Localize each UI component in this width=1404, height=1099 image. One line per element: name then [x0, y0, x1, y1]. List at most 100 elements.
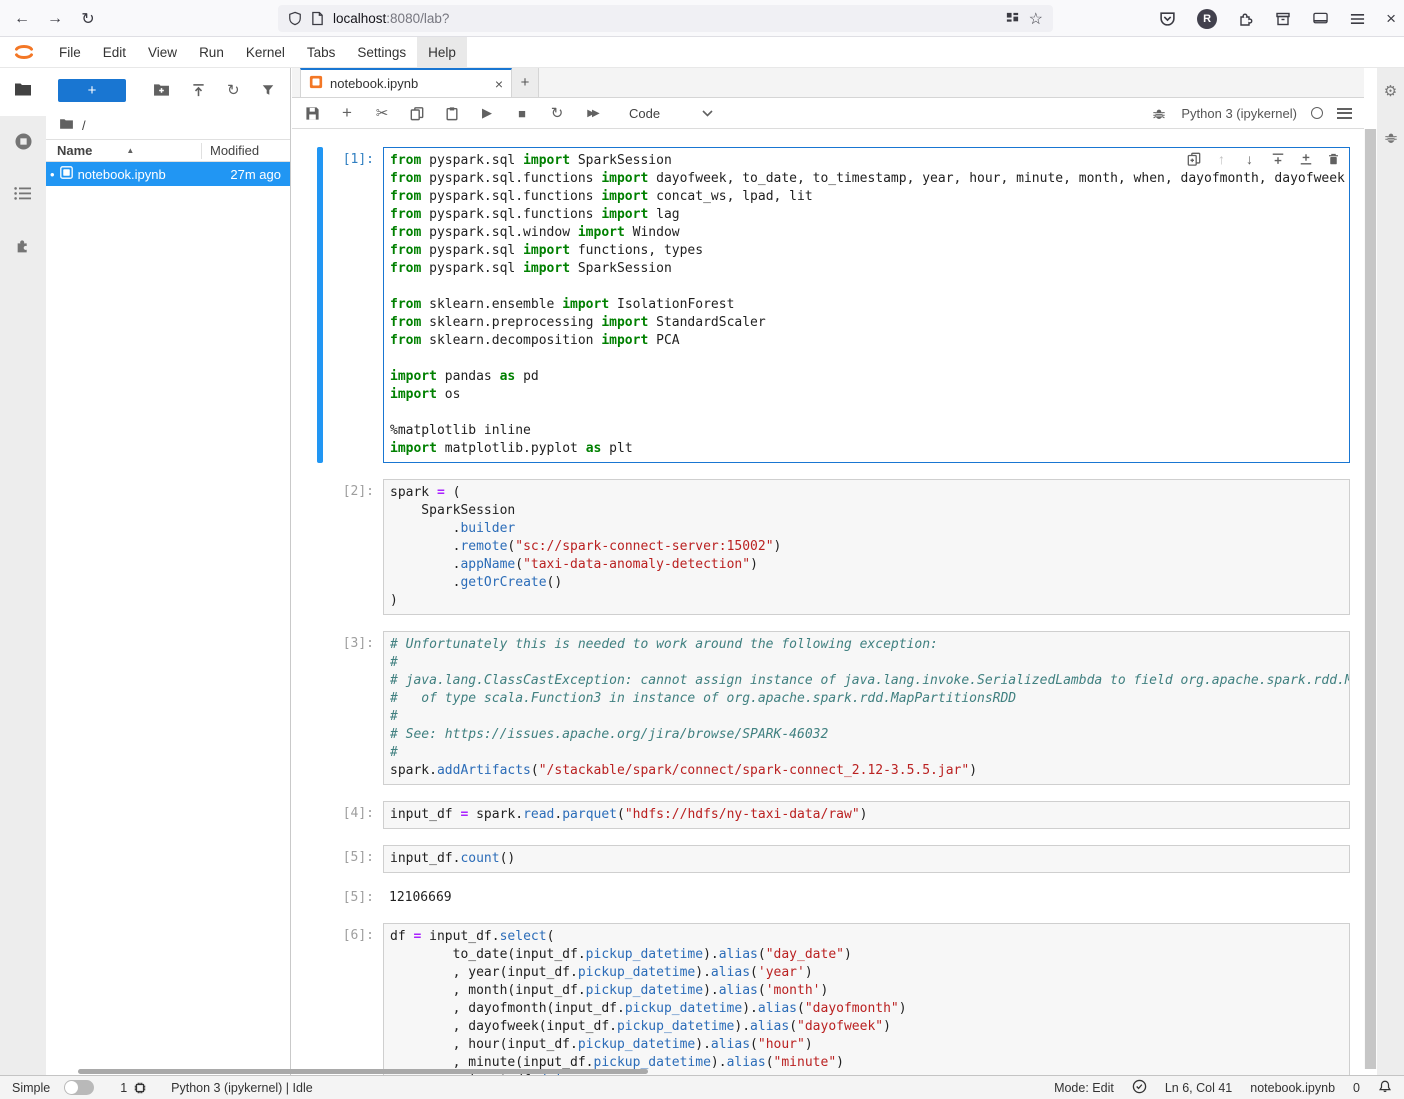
reader-tiles-icon[interactable] — [1005, 11, 1020, 26]
left-sidebar-rail — [0, 68, 46, 1075]
notification-count[interactable]: 0 — [1353, 1081, 1360, 1095]
cell-editor[interactable]: input_df = spark.read.parquet("hdfs://hd… — [383, 801, 1350, 829]
menu-tabs[interactable]: Tabs — [296, 37, 347, 67]
sidebars-icon[interactable] — [1312, 11, 1329, 26]
file-row[interactable]: •notebook.ipynb27m ago — [46, 162, 290, 186]
breadcrumb[interactable]: / — [46, 112, 290, 139]
page-info-icon[interactable] — [311, 11, 324, 26]
insert-cell-above-icon[interactable] — [1270, 151, 1285, 166]
property-inspector-tab[interactable]: ⚙ — [1384, 82, 1397, 100]
kernel-sessions-indicator[interactable]: 1 — [120, 1081, 147, 1095]
menu-view[interactable]: View — [137, 37, 188, 67]
close-tab-icon[interactable]: × — [495, 76, 503, 92]
new-folder-icon[interactable] — [153, 83, 170, 97]
horizontal-scrollbar-thumb[interactable] — [78, 1069, 648, 1074]
interrupt-kernel-icon[interactable]: ■ — [514, 106, 530, 121]
status-bar: Simple 1 Python 3 (ipykernel) | Idle Mod… — [0, 1075, 1404, 1099]
paste-cells-icon[interactable] — [444, 106, 460, 121]
running-kernels-tab[interactable] — [0, 120, 46, 168]
archive-icon[interactable] — [1275, 11, 1291, 27]
kernel-name[interactable]: Python 3 (ipykernel) — [1181, 106, 1297, 121]
column-divider[interactable] — [201, 143, 202, 159]
move-cell-up-icon[interactable]: ↑ — [1214, 151, 1229, 166]
url-text[interactable]: localhost:8080/lab? — [333, 11, 996, 26]
menu-kernel[interactable]: Kernel — [235, 37, 296, 67]
notebook-scroll-area[interactable]: [1]:from pyspark.sql import SparkSession… — [292, 130, 1364, 1075]
code-cell: [2]:spark = ( SparkSession .builder .rem… — [292, 479, 1364, 615]
toolbar-menu-icon[interactable] — [1337, 108, 1352, 119]
duplicate-cell-icon[interactable] — [1186, 151, 1201, 166]
shield-icon[interactable] — [288, 11, 302, 26]
output-area: [5]:12106669 — [292, 885, 1364, 911]
menu-edit[interactable]: Edit — [92, 37, 137, 67]
save-icon[interactable] — [304, 106, 320, 121]
column-name[interactable]: Name — [57, 143, 92, 158]
cut-cells-icon[interactable]: ✂ — [374, 104, 390, 122]
notebook-tab[interactable]: notebook.ipynb × — [300, 68, 512, 97]
vertical-scrollbar[interactable] — [1364, 129, 1377, 1069]
simple-mode-toggle[interactable] — [64, 1080, 94, 1095]
puzzle-icon — [15, 237, 32, 259]
close-window-icon[interactable]: × — [1386, 9, 1396, 29]
cursor-position[interactable]: Ln 6, Col 41 — [1165, 1081, 1232, 1095]
forward-icon[interactable]: → — [43, 7, 67, 31]
delete-cell-icon[interactable] — [1326, 151, 1341, 166]
home-folder-icon[interactable] — [59, 118, 74, 133]
extension-manager-tab[interactable] — [0, 224, 46, 272]
sort-ascending-icon[interactable]: ▲ — [126, 146, 134, 155]
trusted-shield-icon[interactable] — [1132, 1079, 1147, 1097]
move-cell-down-icon[interactable]: ↓ — [1242, 151, 1257, 166]
restart-kernel-icon[interactable]: ↻ — [549, 104, 565, 122]
breadcrumb-root[interactable]: / — [82, 118, 86, 133]
notebook-tab-label[interactable]: notebook.ipynb — [330, 76, 488, 91]
menu-hamburger-icon[interactable] — [1350, 13, 1365, 25]
pocket-icon[interactable] — [1159, 10, 1176, 27]
menu-file[interactable]: File — [48, 37, 92, 67]
address-bar[interactable]: localhost:8080/lab? ☆ — [278, 5, 1053, 32]
toggle-knob — [65, 1081, 78, 1094]
debugger-bug-icon[interactable] — [1151, 106, 1167, 121]
table-of-contents-tab[interactable] — [0, 172, 46, 220]
cell-editor[interactable]: spark = ( SparkSession .builder .remote(… — [383, 479, 1350, 615]
bell-icon[interactable] — [1378, 1079, 1392, 1097]
copy-cells-icon[interactable] — [409, 106, 425, 121]
restart-run-all-icon[interactable]: ▶▶ — [584, 108, 600, 119]
debugger-tab[interactable] — [1384, 130, 1398, 150]
chip-icon — [133, 1081, 147, 1095]
file-name[interactable]: notebook.ipynb — [78, 167, 226, 182]
cell-editor[interactable]: # Unfortunately this is needed to work a… — [383, 631, 1350, 785]
upload-icon[interactable] — [191, 83, 206, 98]
bookmark-star-icon[interactable]: ☆ — [1029, 9, 1043, 29]
account-avatar[interactable]: R — [1197, 9, 1217, 29]
column-modified[interactable]: Modified — [210, 143, 290, 158]
cell-type-dropdown[interactable]: Code — [629, 106, 713, 121]
filter-icon[interactable] — [261, 83, 275, 97]
stop-circle-icon — [14, 132, 33, 156]
refresh-icon[interactable]: ↻ — [227, 81, 240, 99]
main-dock-panel: notebook.ipynb × + + ✂ ▶ ■ ↻ ▶▶ Code — [292, 68, 1364, 1075]
new-launcher-button[interactable]: + — [58, 79, 126, 102]
menu-help[interactable]: Help — [417, 37, 467, 67]
menu-run[interactable]: Run — [188, 37, 235, 67]
run-cell-icon[interactable]: ▶ — [479, 105, 495, 121]
reload-icon[interactable]: ↻ — [76, 7, 100, 31]
browser-actions: R × — [1159, 0, 1396, 37]
menu-settings[interactable]: Settings — [346, 37, 417, 67]
command-mode-indicator[interactable]: Mode: Edit — [1054, 1081, 1114, 1095]
unsaved-dot: • — [50, 168, 55, 181]
url-path: :8080/lab? — [386, 11, 449, 26]
cell-editor[interactable]: from pyspark.sql import SparkSessionfrom… — [383, 147, 1350, 463]
extensions-puzzle-icon[interactable] — [1238, 11, 1254, 27]
file-browser-tab[interactable] — [0, 68, 46, 116]
new-tab-button[interactable]: + — [512, 68, 539, 97]
folder-icon — [14, 82, 32, 102]
back-icon[interactable]: ← — [10, 7, 34, 31]
insert-cell-below-icon[interactable] — [1298, 151, 1313, 166]
kernel-status-text[interactable]: Python 3 (ipykernel) | Idle — [171, 1081, 313, 1095]
cell-editor[interactable]: df = input_df.select( to_date(input_df.p… — [383, 923, 1350, 1075]
code-cell: [5]:input_df.count() — [292, 845, 1364, 873]
vertical-scrollbar-thumb[interactable] — [1365, 129, 1376, 1069]
kernel-status-icon[interactable] — [1311, 107, 1323, 119]
insert-cell-icon[interactable]: + — [339, 103, 355, 123]
cell-editor[interactable]: input_df.count() — [383, 845, 1350, 873]
